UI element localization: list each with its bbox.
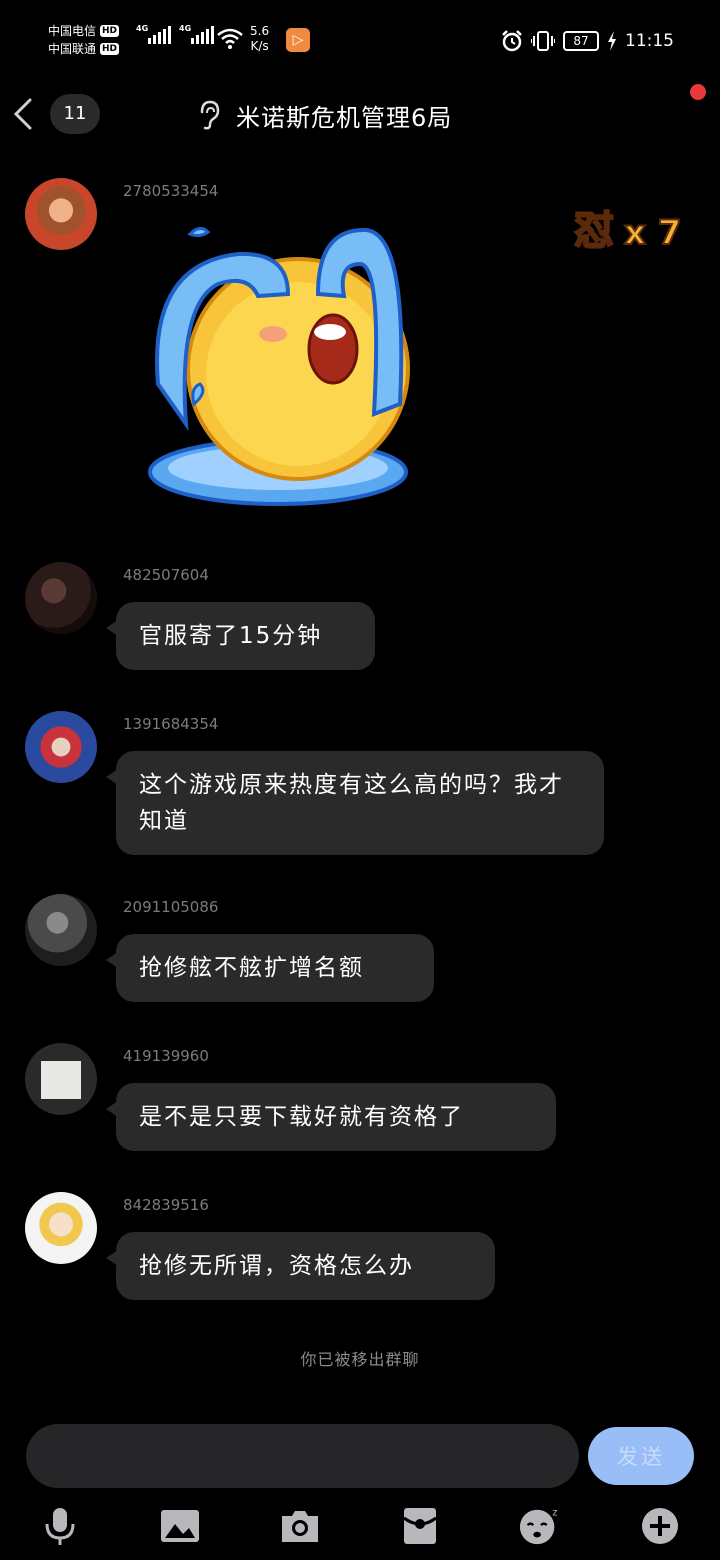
sender-id: 2780533454 — [123, 182, 219, 200]
hd-badge: HD — [100, 43, 120, 55]
notification-dot — [690, 84, 706, 100]
hd-badge: HD — [100, 25, 120, 37]
carrier-1: 中国电信 — [48, 24, 97, 38]
svg-text:z: z — [552, 1507, 557, 1518]
avatar[interactable] — [25, 562, 97, 634]
avatar[interactable] — [25, 711, 97, 783]
message-item: 2091105086 抢修舷不舷扩增名额 — [0, 894, 720, 1010]
signal-icon: 4G — [136, 24, 171, 44]
avatar[interactable] — [25, 1043, 97, 1115]
sender-id: 1391684354 — [123, 715, 219, 733]
unread-count-badge[interactable]: 11 — [50, 94, 100, 134]
avatar[interactable] — [25, 178, 97, 250]
message-bubble[interactable]: 是不是只要下载好就有资格了 — [106, 1083, 556, 1151]
signal-icon: 4G — [179, 24, 214, 44]
status-bar: 中国电信 HD 中国联通 HD 4G 4G 5.6 K/s ▷ 87 11:15 — [0, 0, 720, 80]
sender-id: 419139960 — [123, 1047, 209, 1065]
message-bubble[interactable]: 这个游戏原来热度有这么高的吗？我才知道 — [106, 751, 604, 855]
signal-bars: 4G 4G — [136, 24, 214, 44]
message-item: 2780533454 — [0, 178, 720, 518]
sender-id: 482507604 — [123, 566, 209, 584]
camera-icon[interactable] — [278, 1504, 322, 1548]
alarm-icon — [502, 30, 522, 52]
network-speed: 5.6 K/s — [250, 24, 270, 53]
message-bubble[interactable]: 官服寄了15分钟 — [106, 602, 375, 670]
battery-indicator: 87 — [563, 31, 599, 51]
wifi-icon — [217, 28, 243, 49]
message-bubble[interactable]: 抢修无所谓，资格怎么办 — [106, 1232, 495, 1300]
emoji-icon[interactable]: z — [518, 1504, 562, 1548]
app-notification-icon: ▷ — [286, 28, 310, 52]
sender-id: 2091105086 — [123, 898, 219, 916]
avatar[interactable] — [25, 1192, 97, 1264]
carrier-info: 中国电信 HD 中国联通 HD — [48, 22, 120, 58]
message-item: 419139960 是不是只要下载好就有资格了 — [0, 1043, 720, 1159]
ear-icon — [200, 100, 220, 130]
input-toolbar: z — [0, 1496, 720, 1556]
group-title[interactable]: 米诺斯危机管理6局 — [236, 98, 452, 133]
message-item: 1391684354 这个游戏原来热度有这么高的吗？我才知道 — [0, 711, 720, 861]
send-button[interactable]: 发送 — [588, 1427, 694, 1485]
image-icon[interactable] — [158, 1504, 202, 1548]
sender-id: 842839516 — [123, 1196, 209, 1214]
message-input[interactable] — [26, 1424, 579, 1488]
message-item: 842839516 抢修无所谓，资格怎么办 — [0, 1192, 720, 1308]
microphone-icon[interactable] — [38, 1504, 82, 1548]
vibrate-icon — [531, 31, 555, 51]
avatar[interactable] — [25, 894, 97, 966]
carrier-2: 中国联通 — [48, 42, 97, 56]
charging-icon — [608, 31, 616, 51]
plus-icon[interactable] — [638, 1504, 682, 1548]
red-packet-icon[interactable] — [398, 1504, 442, 1548]
message-item: 482507604 官服寄了15分钟 — [0, 562, 720, 678]
chat-header: 11 米诺斯危机管理6局 — [0, 80, 720, 150]
message-bubble[interactable]: 抢修舷不舷扩增名额 — [106, 934, 434, 1002]
crying-emoji-sticker[interactable] — [138, 224, 420, 509]
clock: 11:15 — [625, 31, 674, 51]
system-notice: 你已被移出群聊 — [300, 1350, 420, 1369]
back-icon[interactable] — [8, 94, 38, 134]
